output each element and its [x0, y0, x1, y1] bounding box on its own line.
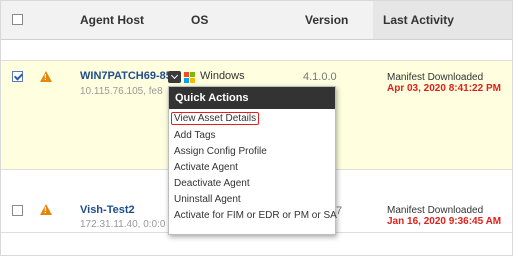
menu-item-assign-config-profile[interactable]: Assign Config Profile: [174, 146, 267, 157]
column-header-agent-host[interactable]: Agent Host: [80, 13, 144, 27]
row-checkbox[interactable]: [12, 205, 23, 216]
agent-version: 4.1.0.0: [303, 71, 337, 83]
last-activity-date: Jan 16, 2020 9:36:45 AM: [387, 216, 502, 227]
menu-item-deactivate-agent[interactable]: Deactivate Agent: [174, 178, 250, 189]
menu-item-activate-agent[interactable]: Activate Agent: [174, 162, 238, 173]
menu-item-uninstall-agent[interactable]: Uninstall Agent: [174, 194, 241, 205]
table-row-empty: [1, 40, 512, 61]
agent-host-link[interactable]: WIN7PATCH69-85: [80, 70, 172, 82]
last-activity-date: Apr 03, 2020 8:41:22 PM: [387, 83, 501, 94]
menu-item-activate-fim-edr-pm-sa[interactable]: Activate for FIM or EDR or PM or SA: [174, 210, 337, 221]
menu-item-add-tags[interactable]: Add Tags: [174, 130, 216, 141]
windows-icon: [184, 72, 195, 83]
last-activity-text: Manifest Downloaded: [387, 205, 484, 216]
menu-item-view-asset-details[interactable]: View Asset Details: [171, 112, 260, 125]
column-header-version[interactable]: Version: [305, 13, 348, 27]
agents-table: Agent Host OS Version Last Activity WIN7…: [0, 0, 513, 256]
os-name: Windows: [200, 70, 245, 82]
agent-host-link[interactable]: Vish-Test2: [80, 204, 135, 216]
table-header: Agent Host OS Version Last Activity: [1, 1, 512, 40]
agent-ip-address: 172.31.11.40, 0:0:0: [80, 219, 166, 230]
row-checkbox[interactable]: [12, 71, 23, 82]
column-header-last-activity[interactable]: Last Activity: [383, 13, 454, 27]
agent-ip-address: 10.115.76.105, fe8: [80, 86, 163, 97]
quick-actions-chevron-down-icon[interactable]: [168, 71, 181, 83]
quick-actions-title: Quick Actions: [169, 87, 335, 109]
select-all-checkbox[interactable]: [12, 14, 23, 25]
warning-icon: [40, 71, 52, 82]
column-header-os[interactable]: OS: [191, 13, 208, 27]
warning-icon: [40, 204, 52, 215]
last-activity-text: Manifest Downloaded: [387, 72, 484, 83]
quick-actions-menu: Quick Actions View Asset Details Add Tag…: [168, 86, 337, 235]
